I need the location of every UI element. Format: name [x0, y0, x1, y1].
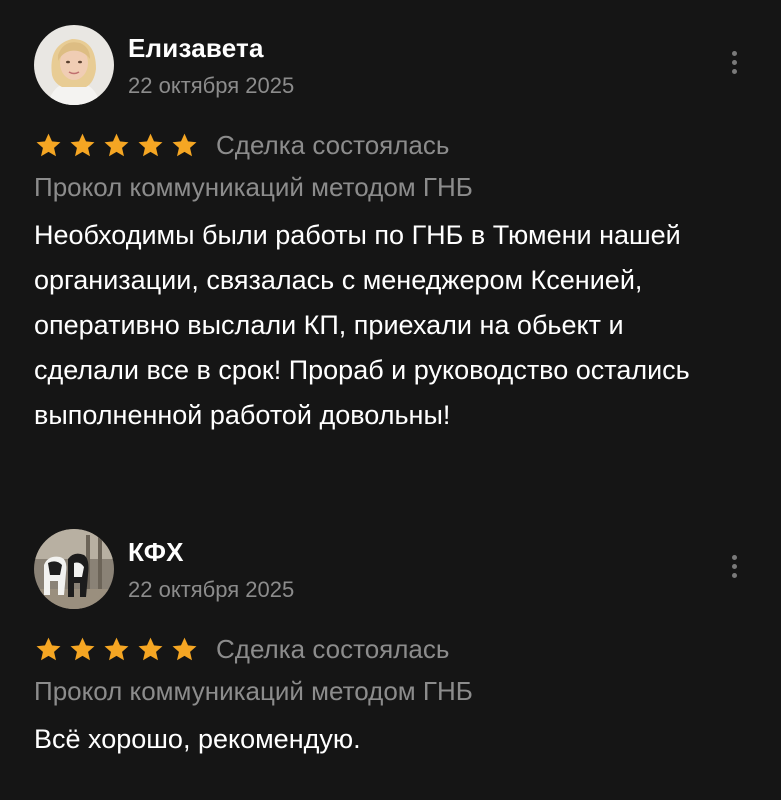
- review-text: Необходимы были работы по ГНБ в Тюмени н…: [34, 220, 690, 430]
- review-card: КФХ 22 октября 2025 Сделка состоялась Пр…: [34, 529, 751, 762]
- star-icon: [170, 635, 199, 664]
- more-vertical-icon[interactable]: [727, 51, 741, 81]
- star-icon: [136, 635, 165, 664]
- deal-status: Сделка состоялась: [216, 633, 450, 664]
- avatar[interactable]: [34, 25, 114, 105]
- service-name: Прокол коммуникаций методом ГНБ: [34, 172, 473, 202]
- star-icon: [68, 131, 97, 160]
- service-name: Прокол коммуникаций методом ГНБ: [34, 676, 473, 706]
- review-date: 22 октября 2025: [128, 73, 295, 98]
- review-card: Елизавета 22 октября 2025 Сделка состоял…: [34, 25, 751, 438]
- star-icon: [170, 131, 199, 160]
- star-icon: [34, 131, 63, 160]
- more-vertical-icon[interactable]: [727, 555, 741, 585]
- star-icon: [136, 131, 165, 160]
- star-icon: [102, 635, 131, 664]
- review-date: 22 октября 2025: [128, 577, 295, 602]
- avatar[interactable]: [34, 529, 114, 609]
- star-icon: [68, 635, 97, 664]
- rating-row: Сделка состоялась: [34, 125, 751, 165]
- review-header: КФХ 22 октября 2025: [34, 529, 751, 609]
- star-icon: [102, 131, 131, 160]
- author-name: КФХ: [128, 537, 184, 567]
- review-header: Елизавета 22 октября 2025: [34, 25, 751, 105]
- rating-row: Сделка состоялась: [34, 629, 751, 669]
- author-name: Елизавета: [128, 33, 264, 63]
- star-icon: [34, 635, 63, 664]
- deal-status: Сделка состоялась: [216, 129, 450, 160]
- star-rating: [34, 131, 204, 160]
- star-rating: [34, 635, 204, 664]
- review-text: Всё хорошо, рекомендую.: [34, 724, 361, 754]
